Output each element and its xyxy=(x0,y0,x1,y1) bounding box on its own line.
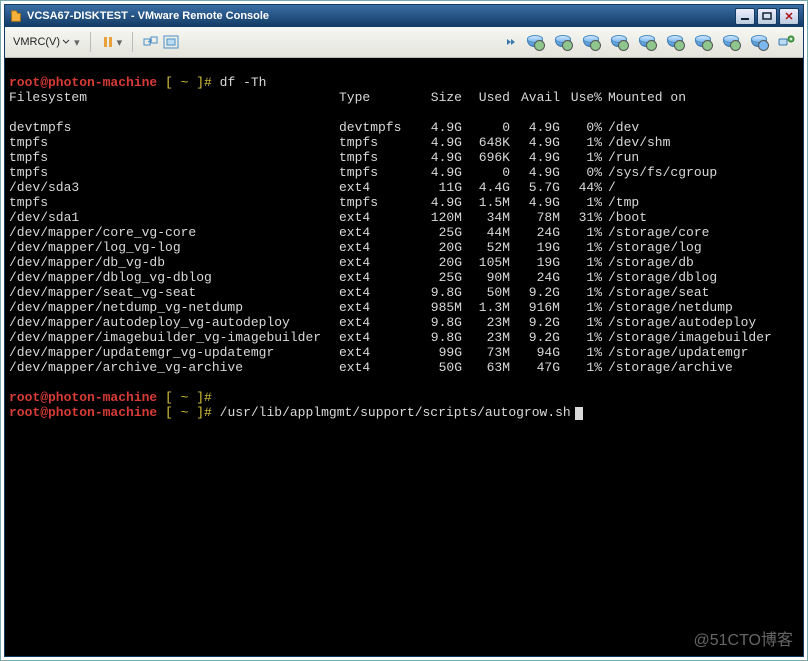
prompt-path: [ ~ ]# xyxy=(165,75,212,90)
device-disk-3[interactable] xyxy=(579,33,601,51)
df-row: /dev/mapper/log_vg-logext420G52M19G1%/st… xyxy=(9,240,799,255)
df-header: FilesystemTypeSizeUsedAvailUse%Mounted o… xyxy=(9,90,799,105)
window-title: VCSA67-DISKTEST - VMware Remote Console xyxy=(27,10,269,22)
df-row: /dev/mapper/core_vg-coreext425G44M24G1%/… xyxy=(9,225,799,240)
maximize-button[interactable] xyxy=(757,8,777,25)
device-disk-2[interactable] xyxy=(551,33,573,51)
df-row: tmpfstmpfs4.9G04.9G0%/sys/fs/cgroup xyxy=(9,165,799,180)
app-icon xyxy=(9,9,23,23)
window-titlebar: VCSA67-DISKTEST - VMware Remote Console xyxy=(5,5,803,27)
vmrc-menu-label: VMRC(V) xyxy=(13,36,60,48)
prompt-user: root@photon-machine xyxy=(9,75,157,90)
prompt-path-2: [ ~ ]# xyxy=(165,390,212,405)
df-row: /dev/sda3ext411G4.4G5.7G44%/ xyxy=(9,180,799,195)
df-row: tmpfstmpfs4.9G696K4.9G1%/run xyxy=(9,150,799,165)
df-row: /dev/mapper/imagebuilder_vg-imagebuilder… xyxy=(9,330,799,345)
prompt-user-3: root@photon-machine xyxy=(9,405,157,420)
watermark: @51CTO博客 xyxy=(693,626,793,650)
prompt-user-2: root@photon-machine xyxy=(9,390,157,405)
dropdown-icon xyxy=(62,38,70,46)
df-row: devtmpfsdevtmpfs4.9G04.9G0%/dev xyxy=(9,120,799,135)
df-row: /dev/mapper/autodeploy_vg-autodeployext4… xyxy=(9,315,799,330)
device-disk-5[interactable] xyxy=(635,33,657,51)
df-row: /dev/mapper/dblog_vg-dblogext425G90M24G1… xyxy=(9,270,799,285)
device-disk-7[interactable] xyxy=(691,33,713,51)
device-disk-1[interactable] xyxy=(523,33,545,51)
fullscreen-button[interactable] xyxy=(161,33,181,51)
command-1: df -Th xyxy=(220,75,267,90)
df-row: /dev/mapper/netdump_vg-netdumpext4985M1.… xyxy=(9,300,799,315)
connect-device-button[interactable] xyxy=(775,32,797,52)
more-icon[interactable] xyxy=(503,35,517,49)
device-disk-4[interactable] xyxy=(607,33,629,51)
df-row: /dev/mapper/archive_vg-archiveext450G63M… xyxy=(9,360,799,375)
device-disk-8[interactable] xyxy=(719,33,741,51)
send-cad-button[interactable] xyxy=(141,33,161,51)
close-button[interactable] xyxy=(779,8,799,25)
device-disk-6[interactable] xyxy=(663,33,685,51)
terminal[interactable]: root@photon-machine [ ~ ]# df -Th Filesy… xyxy=(5,58,803,656)
df-row: tmpfstmpfs4.9G648K4.9G1%/dev/shm xyxy=(9,135,799,150)
device-disk-9[interactable] xyxy=(747,33,769,51)
df-row: /dev/mapper/db_vg-dbext420G105M19G1%/sto… xyxy=(9,255,799,270)
df-row: /dev/sda1ext4120M34M78M31%/boot xyxy=(9,210,799,225)
minimize-button[interactable] xyxy=(735,8,755,25)
df-row: tmpfstmpfs4.9G1.5M4.9G1%/tmp xyxy=(9,195,799,210)
toolbar: VMRC(V) ▾ ▾ xyxy=(5,27,803,58)
prompt-path-3: [ ~ ]# xyxy=(165,405,212,420)
command-2: /usr/lib/applmgmt/support/scripts/autogr… xyxy=(220,405,571,420)
df-row: /dev/mapper/updatemgr_vg-updatemgrext499… xyxy=(9,345,799,360)
df-row: /dev/mapper/seat_vg-seatext49.8G50M9.2G1… xyxy=(9,285,799,300)
pause-button[interactable]: ▾ xyxy=(99,33,125,51)
vmrc-menu[interactable]: VMRC(V) ▾ xyxy=(11,34,82,51)
cursor xyxy=(575,407,583,420)
